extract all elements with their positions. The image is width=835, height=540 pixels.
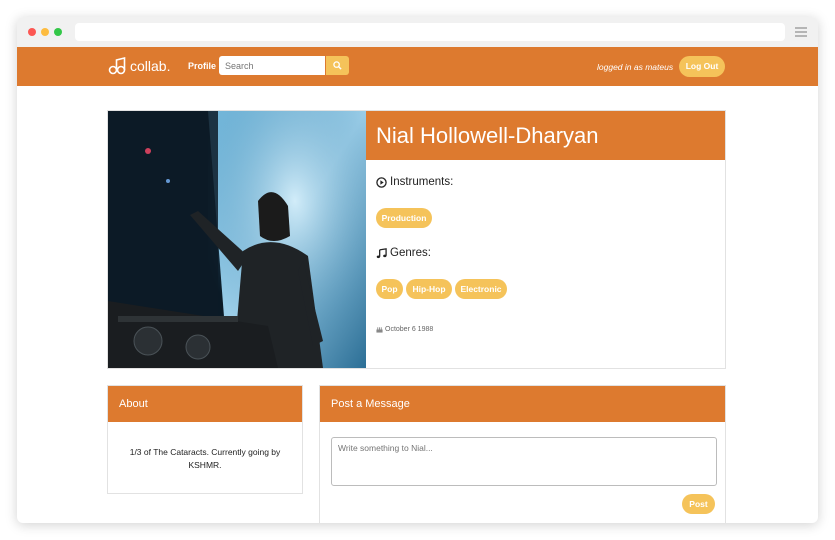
about-text: 1/3 of The Cataracts. Currently going by…	[129, 447, 281, 470]
message-textarea[interactable]	[331, 437, 717, 486]
instruments-heading-text: Instruments:	[390, 176, 454, 188]
logo[interactable]: collab.	[108, 56, 170, 76]
genre-tag-hip-hop[interactable]: Hip-Hop	[406, 279, 452, 299]
instrument-tag[interactable]: Production	[376, 208, 432, 228]
post-button[interactable]: Post	[682, 494, 715, 514]
browser-window: collab. Profile logged in as mateus Log …	[17, 17, 818, 523]
logged-in-status: logged in as mateus	[597, 62, 674, 72]
instruments-heading: Instruments:	[376, 176, 453, 188]
post-message-header: Post a Message	[320, 386, 725, 422]
birthday: October 6 1988	[376, 326, 433, 333]
genre-tag-electronic[interactable]: Electronic	[455, 279, 507, 299]
search-button[interactable]	[326, 56, 349, 75]
nav-profile-link[interactable]: Profile	[188, 61, 216, 71]
genres-heading-text: Genres:	[390, 247, 431, 259]
address-bar[interactable]	[75, 23, 785, 41]
birthday-text: October 6 1988	[385, 326, 434, 333]
genres-heading: Genres:	[376, 247, 431, 259]
close-window-dot[interactable]	[28, 28, 36, 36]
search-icon	[333, 61, 342, 70]
birthday-cake-icon	[376, 327, 383, 333]
post-message-card: Post a Message Post	[319, 385, 726, 523]
profile-photo	[108, 111, 366, 368]
music-note-icon	[376, 247, 387, 258]
dj-photo-illustration	[108, 111, 366, 368]
profile-name: Nial Hollowell-Dharyan	[376, 123, 599, 148]
top-navbar: collab. Profile logged in as mateus Log …	[17, 47, 818, 86]
browser-menu-icon[interactable]	[795, 27, 807, 37]
search-input[interactable]	[219, 56, 325, 75]
about-card: About 1/3 of The Cataracts. Currently go…	[107, 385, 303, 494]
logout-button[interactable]: Log Out	[679, 56, 725, 77]
genre-tag-pop[interactable]: Pop	[376, 279, 403, 299]
logo-icon	[108, 56, 126, 75]
play-circle-icon	[376, 176, 387, 188]
maximize-window-dot[interactable]	[54, 28, 62, 36]
profile-name-bar: Nial Hollowell-Dharyan	[366, 111, 725, 160]
logo-text: collab.	[130, 58, 171, 74]
profile-card: Nial Hollowell-Dharyan Instruments: Prod…	[107, 110, 726, 369]
browser-chrome	[17, 17, 818, 47]
post-message-title: Post a Message	[331, 398, 410, 410]
minimize-window-dot[interactable]	[41, 28, 49, 36]
about-header: About	[108, 386, 302, 422]
about-title: About	[119, 398, 148, 410]
